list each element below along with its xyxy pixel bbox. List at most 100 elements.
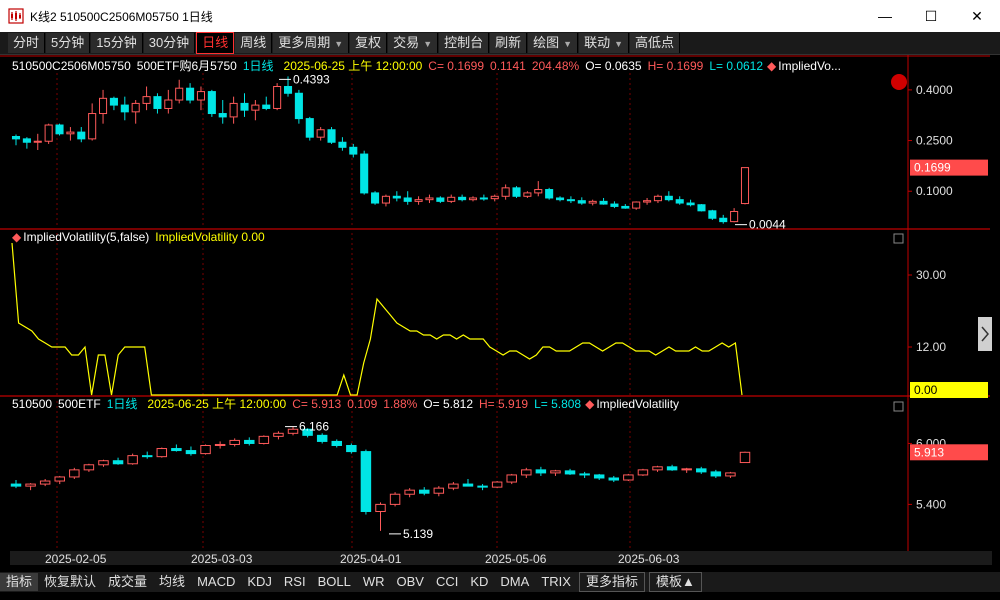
candle-body — [99, 97, 108, 115]
caret-down-icon: ▼ — [563, 39, 573, 49]
axis-label: 0.1000 — [916, 184, 953, 198]
axis-label: 0.2500 — [916, 134, 953, 148]
toolbar-button-4[interactable]: 日线 — [196, 32, 235, 54]
toolbar-button-label: 刷新 — [495, 35, 522, 50]
panel-maximize-icon[interactable] — [893, 233, 904, 244]
candle-body — [725, 472, 736, 477]
chart-area[interactable]: 0.4000 0.2500 0.1000 30.00 12.00 6.000 5.400 0.… — [0, 55, 1000, 570]
candle-body — [346, 444, 357, 453]
toolbar-button-10[interactable]: 刷新 — [490, 33, 528, 53]
candle-body — [448, 483, 459, 489]
candle-body — [681, 468, 692, 471]
toolbar-button-label: 交易 — [393, 35, 420, 50]
candle-body — [719, 217, 728, 223]
option-candles[interactable] — [11, 76, 750, 224]
toolbar-button-label: 更多周期 — [278, 35, 331, 50]
candle-body — [258, 435, 270, 444]
candle-body — [251, 104, 260, 111]
maximize-button[interactable]: ☐ — [908, 0, 954, 32]
candle-body — [462, 483, 474, 487]
candle-body — [375, 503, 386, 512]
candle-body — [577, 200, 586, 204]
candle-body — [127, 455, 138, 465]
caret-down-icon: ▼ — [334, 39, 344, 49]
toolbar-button-2[interactable]: 15分钟 — [91, 33, 143, 53]
candle-body — [200, 444, 211, 455]
candle-body — [414, 199, 423, 202]
pct-label: 1.88% — [383, 397, 417, 411]
candle-body — [196, 91, 206, 101]
candle-body — [501, 187, 510, 197]
toolbar-button-0[interactable]: 分时 — [8, 33, 46, 53]
candle-body — [83, 464, 95, 471]
iv-line — [11, 242, 743, 396]
caret-down-icon: ▼ — [614, 39, 624, 49]
toolbar-button-label: 复权 — [355, 35, 382, 50]
indicator-tab-7[interactable]: BOLL — [312, 573, 357, 591]
candle-body — [262, 104, 271, 109]
candle-body — [218, 113, 227, 118]
candle-body — [244, 439, 255, 444]
candle-body — [468, 197, 478, 201]
indicator-tab-0[interactable]: 指标 — [0, 573, 39, 591]
indicator-tab-12[interactable]: DMA — [494, 573, 535, 591]
candle-body — [69, 469, 80, 478]
minimize-button[interactable]: — — [862, 0, 908, 32]
toolbar-button-label: 30分钟 — [148, 35, 190, 50]
candle-body — [588, 200, 597, 204]
candle-body — [381, 195, 390, 204]
candle-body — [419, 489, 430, 494]
candle-body — [739, 451, 751, 464]
indicator-tab-15[interactable]: 模板▲ — [648, 572, 702, 592]
indicator-tab-1[interactable]: 恢复默认 — [38, 573, 102, 591]
candle-body — [404, 489, 415, 495]
indicator-tabs: 指标 恢复默认 成交量 均线 MACD KDJ RSI BOLL WR OBV CCI KD DMA TR… — [0, 572, 1000, 592]
indicator-tab-10[interactable]: CCI — [430, 573, 464, 591]
x-axis-date: 2025-06-03 — [618, 552, 680, 566]
side-collapse-handle[interactable] — [978, 317, 992, 351]
indicator-tab-8[interactable]: WR — [357, 573, 391, 591]
candle-body — [33, 140, 42, 143]
candle-body — [10, 483, 22, 487]
toolbar-button-13[interactable]: 高低点 — [630, 33, 681, 53]
indicator-tab-11[interactable]: KD — [464, 573, 494, 591]
change-label: 0.109 — [347, 397, 377, 411]
candle-body — [338, 141, 347, 148]
indicator-tab-2[interactable]: 成交量 — [102, 573, 153, 591]
alert-icon[interactable] — [891, 74, 907, 90]
indicator-label: ImpliedVo... — [778, 59, 841, 73]
toolbar-button-8[interactable]: 交易 ▼ — [388, 33, 439, 53]
indicator-tab-6[interactable]: RSI — [278, 573, 312, 591]
toolbar-button-11[interactable]: 绘图 ▼ — [528, 33, 579, 53]
candle-body — [632, 201, 641, 209]
indicator-tab-13[interactable]: TRIX — [535, 573, 577, 591]
toolbar-button-3[interactable]: 30分钟 — [143, 33, 196, 53]
toolbar-button-6[interactable]: 更多周期 ▼ — [273, 33, 350, 53]
candle-body — [112, 460, 124, 465]
candle-body — [88, 113, 97, 140]
last-etf-badge: 5.913 — [914, 445, 944, 459]
candle-body — [610, 203, 619, 207]
indicator-tab-9[interactable]: OBV — [391, 573, 430, 591]
indicator-tab-4[interactable]: MACD — [191, 573, 241, 591]
toolbar-button-9[interactable]: 控制台 — [439, 33, 490, 53]
toolbar-button-12[interactable]: 联动 ▼ — [579, 33, 630, 53]
candle-body — [512, 187, 521, 197]
candle-body — [229, 102, 238, 118]
indicator-tab-14[interactable]: 更多指标 — [578, 572, 645, 592]
toolbar-button-label: 控制台 — [444, 35, 484, 50]
panel-maximize-icon[interactable] — [893, 401, 904, 412]
indicator-tab-5[interactable]: KDJ — [241, 573, 278, 591]
etf-candles[interactable] — [10, 426, 751, 531]
toolbar-button-5[interactable]: 周线 — [235, 33, 273, 53]
toolbar-button-7[interactable]: 复权 — [350, 33, 388, 53]
etf-name: 500ETF — [58, 397, 101, 411]
candle-body — [545, 189, 554, 199]
toolbar-button-1[interactable]: 5分钟 — [46, 33, 91, 53]
status-strip — [0, 592, 1000, 600]
candle-body — [436, 197, 445, 202]
indicator-tab-3[interactable]: 均线 — [153, 573, 191, 591]
axis-label: 12.00 — [916, 340, 946, 354]
chart-canvas[interactable]: 0.40000.25000.100030.0012.006.0005.4000.… — [0, 55, 1000, 570]
close-button[interactable]: ✕ — [954, 0, 1000, 32]
